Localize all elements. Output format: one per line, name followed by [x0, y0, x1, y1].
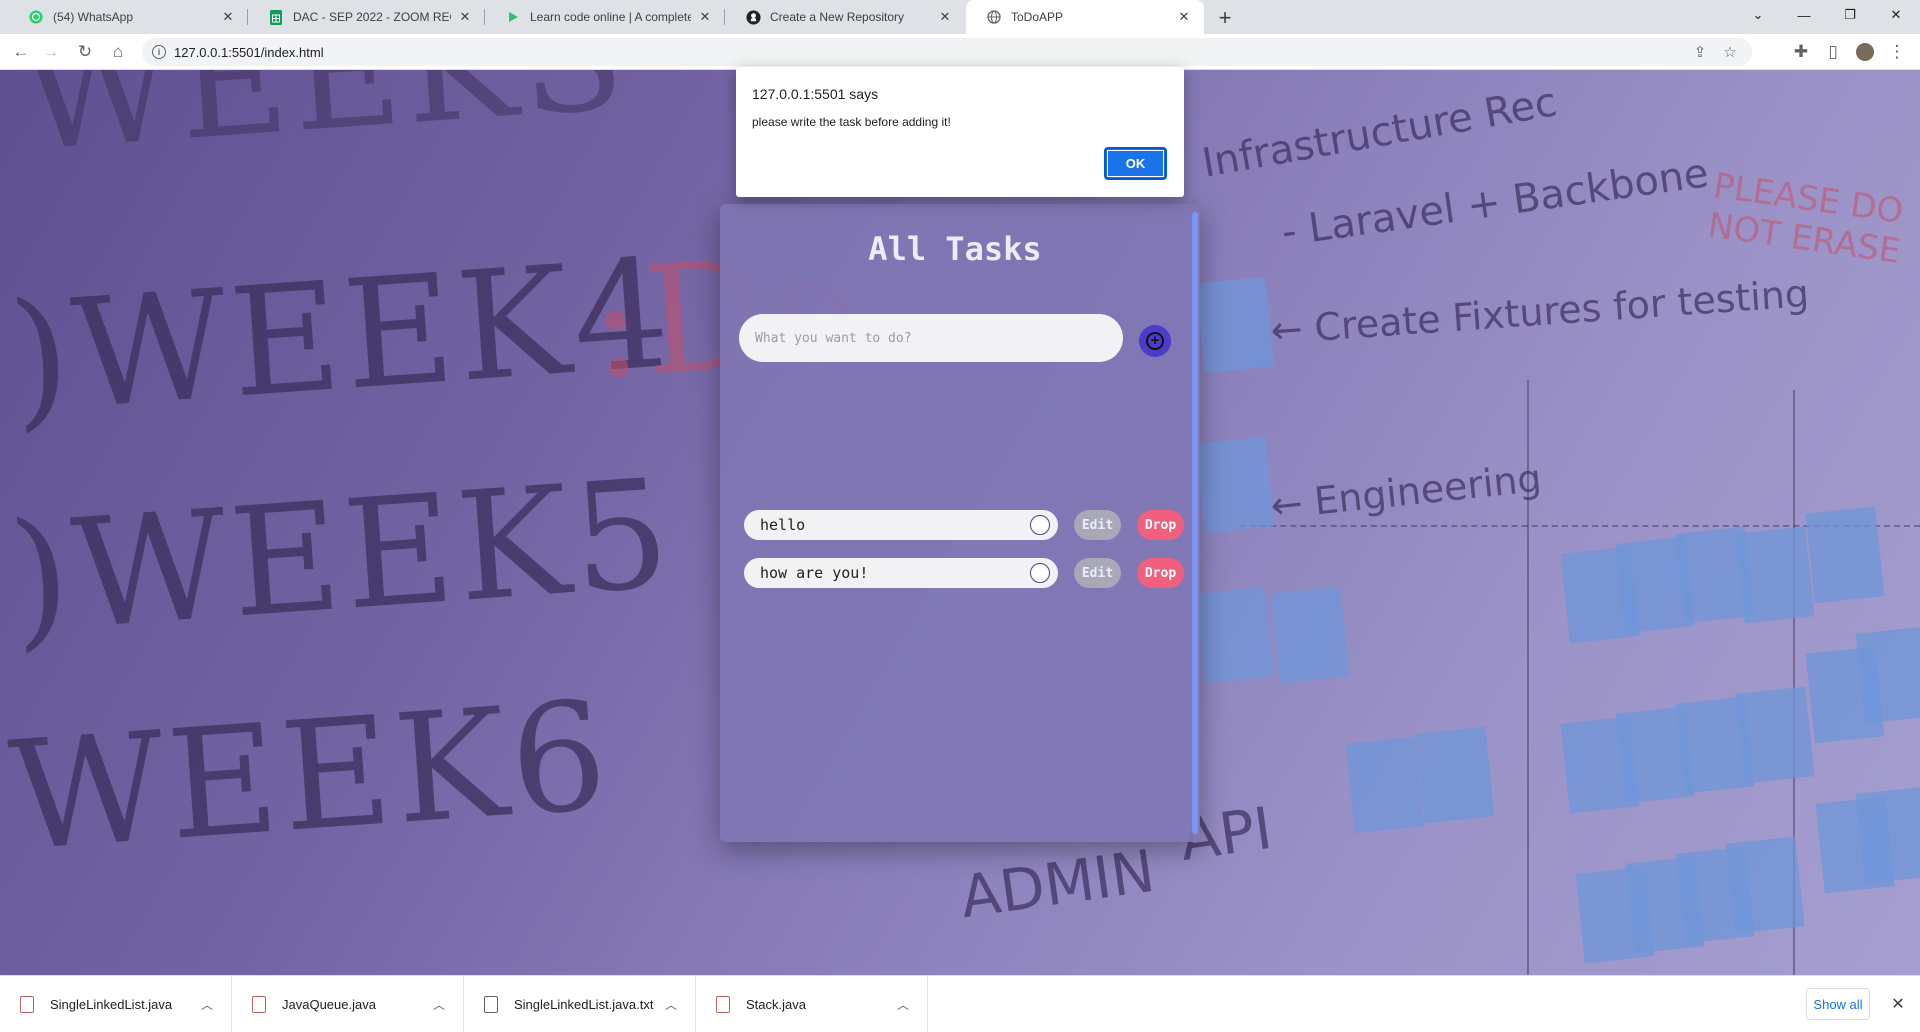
download-filename: Stack.java: [746, 997, 806, 1012]
downloads-bar: SingleLinkedList.java ︿ JavaQueue.java ︿…: [0, 975, 1920, 1032]
java-file-icon: [716, 996, 730, 1013]
tab-todoapp[interactable]: ToDoAPP ✕: [966, 0, 1204, 34]
info-icon[interactable]: i: [152, 45, 166, 59]
tab-title: Create a New Repository: [770, 10, 905, 24]
plus-circle-icon: +: [1146, 332, 1164, 350]
tab-whatsapp[interactable]: (54) WhatsApp ✕: [8, 0, 248, 34]
tab-dac-sheet[interactable]: DAC - SEP 2022 - ZOOM RECORD ✕: [248, 0, 485, 34]
close-icon[interactable]: ✕: [1888, 994, 1908, 1014]
address-bar[interactable]: i 127.0.0.1:5501/index.html ☆ ⇪: [142, 38, 1752, 66]
task-item: how are you! Edit Drop: [744, 558, 1184, 588]
alert-dialog: 127.0.0.1:5501 says please write the tas…: [736, 67, 1184, 197]
back-arrow-icon[interactable]: ←: [8, 39, 34, 65]
tab-title: DAC - SEP 2022 - ZOOM RECORD: [293, 10, 451, 24]
chevron-up-icon[interactable]: ︿: [893, 996, 913, 1013]
tab-title: (54) WhatsApp: [53, 10, 134, 24]
task-complete-checkbox[interactable]: [1030, 563, 1050, 583]
sheets-icon: [268, 9, 284, 25]
chevron-up-icon[interactable]: ︿: [661, 996, 681, 1013]
forward-arrow-icon[interactable]: →: [38, 39, 64, 65]
add-task-button[interactable]: +: [1139, 325, 1171, 357]
menu-kebab-icon[interactable]: ⋮: [1884, 39, 1910, 65]
download-item[interactable]: SingleLinkedList.java ︿: [0, 976, 232, 1032]
bookmark-star-icon[interactable]: ☆: [1716, 38, 1744, 66]
show-all-button[interactable]: Show all: [1806, 988, 1870, 1020]
scrollbar[interactable]: [1192, 212, 1198, 834]
tab-search-icon[interactable]: ⌄: [1735, 0, 1781, 30]
text-file-icon: [484, 996, 498, 1013]
download-item[interactable]: JavaQueue.java ︿: [232, 976, 464, 1032]
share-icon[interactable]: ⇪: [1686, 38, 1714, 66]
todo-app-card: All Tasks + hello Edit Drop how are you!…: [720, 204, 1200, 842]
chevron-up-icon[interactable]: ︿: [197, 996, 217, 1013]
page-viewport: WEEKS )WEEK4 :De )WEEK5 WEEK6 Infrastruc…: [0, 70, 1920, 975]
download-item[interactable]: SingleLinkedList.java.txt ︿: [464, 976, 696, 1032]
task-complete-checkbox[interactable]: [1030, 515, 1050, 535]
download-filename: SingleLinkedList.java: [50, 997, 173, 1012]
task-input[interactable]: [739, 314, 1123, 362]
close-icon[interactable]: ✕: [697, 9, 713, 25]
extensions-puzzle-icon[interactable]: ✚: [1788, 39, 1814, 65]
new-tab-button[interactable]: +: [1212, 5, 1238, 31]
ok-button[interactable]: OK: [1104, 147, 1167, 180]
download-item[interactable]: Stack.java ︿: [696, 976, 928, 1032]
java-file-icon: [252, 996, 266, 1013]
tab-learn-code[interactable]: Learn code online | A complete p ✕: [485, 0, 725, 34]
play-icon: [505, 9, 521, 25]
page-title: All Tasks: [868, 230, 1042, 268]
url-text: 127.0.0.1:5501/index.html: [174, 44, 324, 60]
whatsapp-icon: [28, 9, 44, 25]
minimize-button[interactable]: —: [1781, 0, 1827, 30]
github-icon: [745, 9, 761, 25]
task-text: hello: [760, 516, 806, 534]
download-filename: JavaQueue.java: [282, 997, 376, 1012]
close-window-button[interactable]: ✕: [1873, 0, 1919, 30]
side-panel-icon[interactable]: ▯: [1820, 39, 1846, 65]
close-icon[interactable]: ✕: [1176, 9, 1192, 25]
profile-avatar[interactable]: [1852, 39, 1878, 65]
task-text: how are you!: [760, 564, 869, 582]
chevron-up-icon[interactable]: ︿: [429, 996, 449, 1013]
tab-title: ToDoAPP: [1011, 10, 1064, 24]
close-icon[interactable]: ✕: [937, 9, 953, 25]
reload-icon[interactable]: ↻: [72, 39, 98, 65]
drop-button[interactable]: Drop: [1137, 558, 1184, 588]
restore-button[interactable]: ❐: [1827, 0, 1873, 30]
close-icon[interactable]: ✕: [457, 9, 473, 25]
edit-button[interactable]: Edit: [1074, 558, 1121, 588]
task-item: hello Edit Drop: [744, 510, 1184, 540]
download-filename: SingleLinkedList.java.txt: [514, 997, 654, 1012]
alert-message: please write the task before adding it!: [752, 115, 951, 129]
drop-button[interactable]: Drop: [1137, 510, 1184, 540]
close-icon[interactable]: ✕: [220, 9, 236, 25]
java-file-icon: [20, 996, 34, 1013]
browser-toolbar: ← → ↻ ⌂ i 127.0.0.1:5501/index.html ☆ ⇪ …: [0, 34, 1920, 70]
task-pill: hello: [744, 510, 1058, 540]
tab-github[interactable]: Create a New Repository ✕: [725, 0, 965, 34]
task-pill: how are you!: [744, 558, 1058, 588]
home-icon[interactable]: ⌂: [105, 39, 131, 65]
globe-icon: [986, 9, 1002, 25]
alert-title: 127.0.0.1:5501 says: [752, 86, 879, 102]
edit-button[interactable]: Edit: [1074, 510, 1121, 540]
tab-title: Learn code online | A complete p: [530, 10, 691, 24]
tab-strip: (54) WhatsApp ✕ DAC - SEP 2022 - ZOOM RE…: [0, 0, 1920, 34]
